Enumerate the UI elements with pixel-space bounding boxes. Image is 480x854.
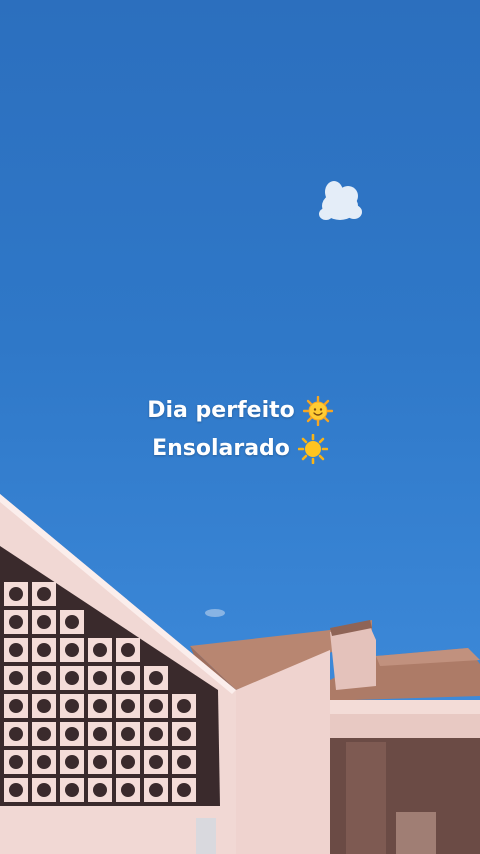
block-hole	[65, 643, 79, 657]
block-hole	[37, 699, 51, 713]
block-hole	[65, 615, 79, 629]
block-hole	[121, 699, 135, 713]
block-hole	[37, 727, 51, 741]
block-hole	[177, 699, 191, 713]
block-hole	[177, 783, 191, 797]
block-hole	[177, 755, 191, 769]
block-hole	[121, 727, 135, 741]
block-hole	[149, 727, 163, 741]
block-hole	[149, 699, 163, 713]
block-hole	[9, 587, 23, 601]
block-hole	[65, 727, 79, 741]
block-hole	[37, 615, 51, 629]
block-hole	[9, 671, 23, 685]
block-hole	[93, 643, 107, 657]
block-hole	[9, 783, 23, 797]
block-hole	[9, 643, 23, 657]
block-hole	[149, 671, 163, 685]
block-hole	[149, 755, 163, 769]
block-hole	[93, 755, 107, 769]
block-hole	[9, 615, 23, 629]
block-hole	[93, 727, 107, 741]
wall-fixture	[196, 818, 216, 854]
block-hole	[93, 783, 107, 797]
block-hole	[9, 699, 23, 713]
block-hole	[65, 671, 79, 685]
block-hole	[37, 783, 51, 797]
block-hole	[9, 755, 23, 769]
block-hole	[9, 727, 23, 741]
block-hole	[65, 783, 79, 797]
block-hole	[93, 699, 107, 713]
block-hole	[65, 755, 79, 769]
block-hole	[37, 755, 51, 769]
block-hole	[177, 727, 191, 741]
block-hole	[149, 783, 163, 797]
block-hole	[121, 671, 135, 685]
block-hole	[37, 587, 51, 601]
rooftops	[0, 494, 480, 854]
block-hole	[121, 783, 135, 797]
block-hole	[65, 699, 79, 713]
block-hole	[37, 643, 51, 657]
block-hole	[121, 755, 135, 769]
photo-background: Dia perfeito Ensolarado	[0, 0, 480, 854]
block-hole	[37, 671, 51, 685]
block-hole	[93, 671, 107, 685]
block-hole	[121, 643, 135, 657]
